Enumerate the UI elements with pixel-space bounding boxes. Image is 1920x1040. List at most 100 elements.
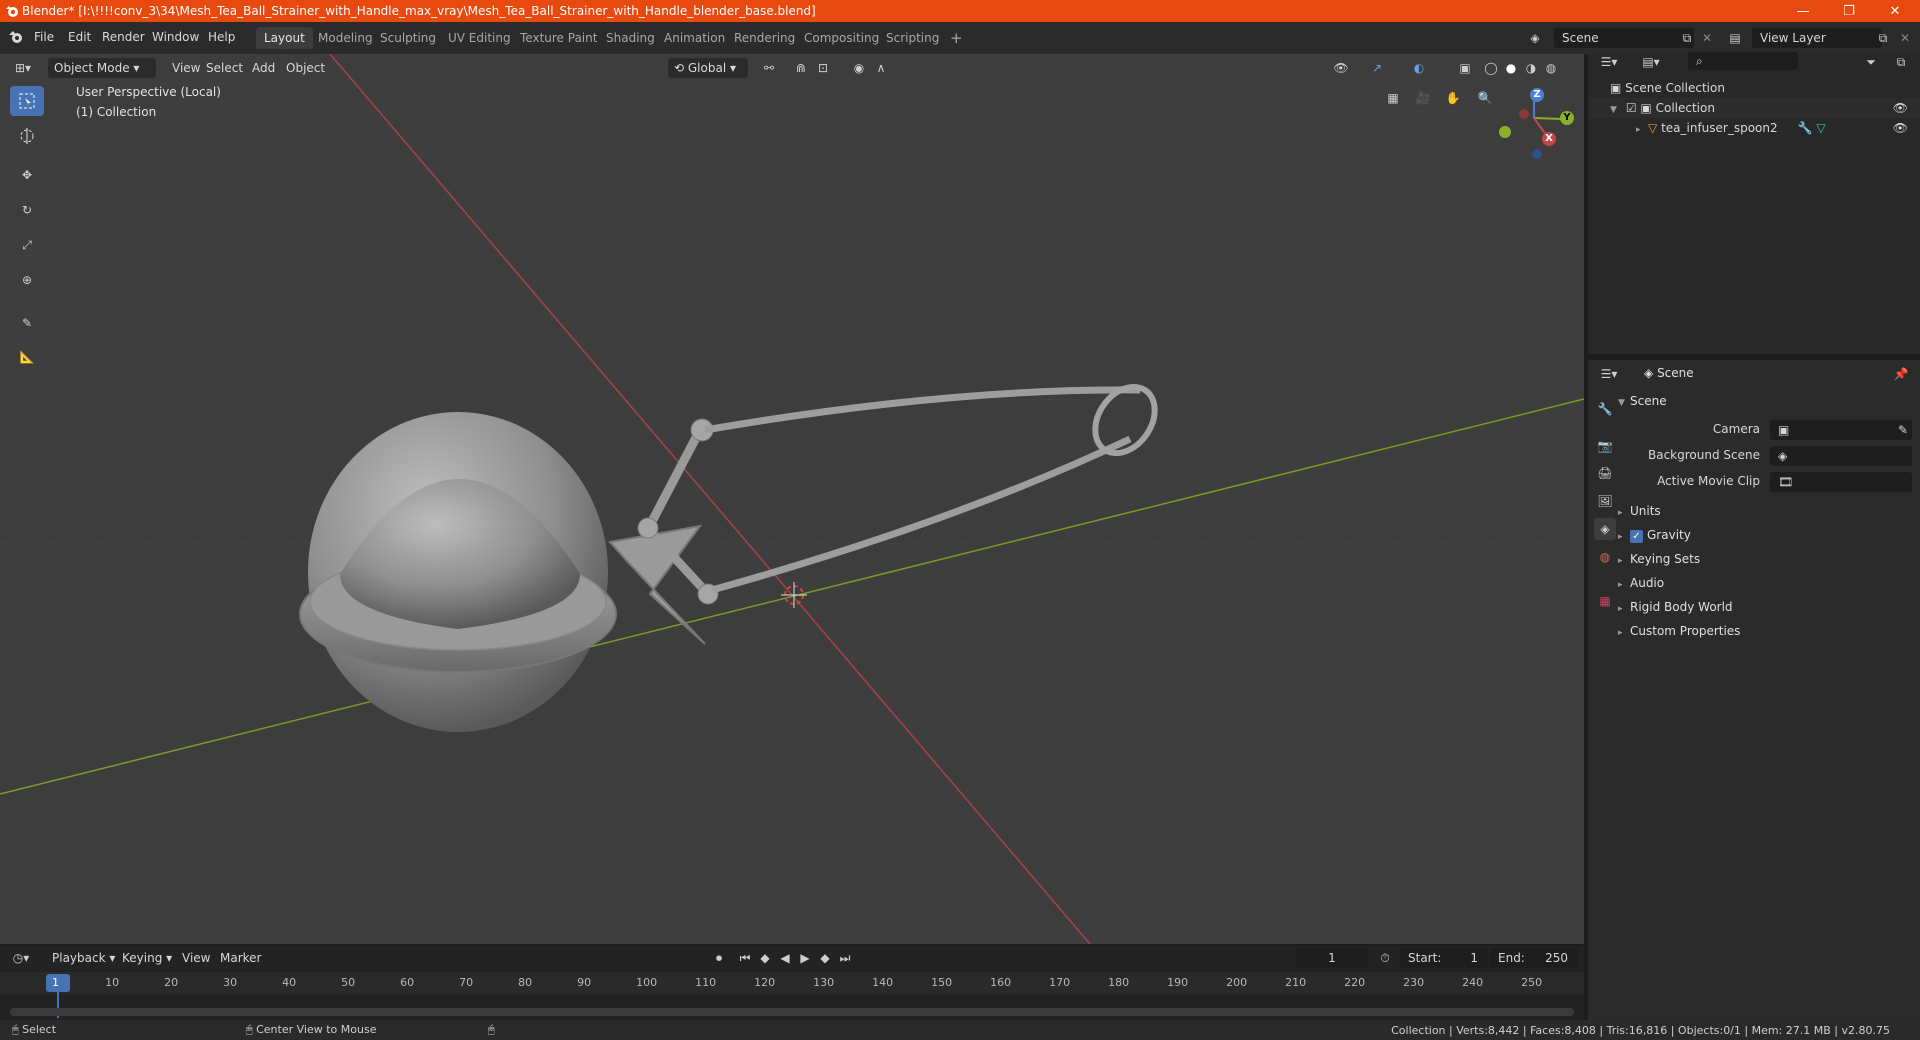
scale-tool[interactable]: ⤢ [10,230,44,260]
object-mode-dropdown[interactable]: Object Mode ▾ [48,58,156,78]
next-keyframe-icon[interactable]: ◆ [814,948,836,968]
xray-icon[interactable]: ▣ [1454,58,1476,78]
rigid-body-panel-header[interactable]: ▸ Rigid Body World [1618,596,1918,618]
blender-menu-icon[interactable] [8,29,24,45]
gizmo-z-label[interactable]: Z [1530,88,1544,102]
tab-modeling[interactable]: Modeling [310,27,381,49]
viewport-menu-add[interactable]: Add [246,58,281,78]
outliner-search-input[interactable]: ⌕ [1688,52,1798,70]
audio-panel-header[interactable]: ▸ Audio [1618,572,1918,594]
viewport-menu-object[interactable]: Object [280,58,331,78]
timeline-editor-icon[interactable]: ◷▾ [10,948,32,968]
snap-icon[interactable]: ⋒ [790,58,812,78]
transform-orientation-dropdown[interactable]: ⟲ Global ▾ [668,58,748,78]
collection-visibility-icon[interactable]: 👁 [1893,98,1908,118]
select-box-tool[interactable] [10,86,44,116]
view-layer-selector[interactable]: View Layer [1752,28,1882,48]
outliner-editor-icon[interactable]: ☰▾ [1598,52,1620,72]
pan-view-icon[interactable]: ✋ [1442,88,1464,108]
cursor-tool[interactable] [10,121,44,151]
tab-compositing[interactable]: Compositing [796,27,887,49]
camera-field[interactable]: ▣ ✎ [1770,420,1912,440]
transform-tool[interactable]: ⊕ [10,265,44,295]
object-visibility-icon[interactable]: 👁 [1893,118,1908,138]
outliner-object[interactable]: ▸ ▽ tea_infuser_spoon2 🔧 ▽ 👁 [1588,118,1920,138]
properties-editor-icon[interactable]: ☰▾ [1598,364,1620,384]
world-tab-icon[interactable]: ◍ [1594,546,1616,568]
preview-range-icon[interactable]: ⏱ [1374,948,1396,968]
zoom-view-icon[interactable]: 🔍 [1474,88,1496,108]
units-panel-header[interactable]: ▸ Units [1618,500,1918,522]
timeline-menu-marker[interactable]: Marker [214,948,267,968]
delete-scene-icon[interactable]: ✕ [1696,28,1718,48]
timeline-menu-view[interactable]: View [176,948,216,968]
gizmo-x-label[interactable]: X [1542,132,1556,146]
object-expand-icon[interactable]: ▸ [1636,120,1648,140]
falloff-icon[interactable]: ∧ [870,58,892,78]
outliner-collection[interactable]: ▼ ☑ ▣ Collection 👁 [1588,98,1920,118]
toggle-camera-grid-icon[interactable]: ▦ [1382,88,1404,108]
jump-start-icon[interactable]: ⏮ [734,948,756,968]
3d-viewport[interactable] [0,54,1584,944]
movie-clip-field[interactable]: 🎞 [1770,472,1912,492]
gizmo-toggle-icon[interactable]: ↗ [1366,58,1388,78]
camera-view-icon[interactable]: 🎥 [1412,88,1434,108]
minimize-button[interactable]: — [1780,0,1826,22]
timeline-menu-keying[interactable]: Keying ▾ [116,948,178,968]
end-frame-field[interactable]: End: 250 [1490,948,1578,968]
background-scene-field[interactable]: ◈ [1770,446,1912,466]
viewport-menu-select[interactable]: Select [200,58,249,78]
tab-layout[interactable]: Layout [256,27,313,49]
eyedropper-icon[interactable]: ✎ [1898,420,1908,440]
render-tab-icon[interactable]: 📷 [1594,435,1616,457]
move-tool[interactable]: ✥ [10,160,44,190]
material-shading-icon[interactable]: ◑ [1520,58,1542,78]
gravity-checkbox[interactable]: ✓ [1630,530,1643,543]
measure-tool[interactable]: 📐 [10,342,44,372]
outliner-scene-collection[interactable]: ▣ Scene Collection [1588,78,1920,98]
filter-icon[interactable]: ⏷ [1860,52,1882,72]
new-collection-icon[interactable]: ⧉ [1890,52,1912,72]
jump-end-icon[interactable]: ⏭ [834,948,856,968]
menu-render[interactable]: Render [102,30,145,44]
tab-uv-editing[interactable]: UV Editing [440,27,519,49]
scene-tab-icon[interactable]: ◈ [1594,518,1616,540]
rendered-shading-icon[interactable]: ◍ [1540,58,1562,78]
record-icon[interactable]: ⏺ [708,948,730,968]
tab-sculpting[interactable]: Sculpting [372,27,444,49]
keying-sets-panel-header[interactable]: ▸ Keying Sets [1618,548,1918,570]
play-reverse-icon[interactable]: ◀ [774,948,796,968]
texture-tab-icon[interactable]: ▦ [1594,590,1616,612]
timeline-scrollbar[interactable] [10,1008,1574,1016]
menu-file[interactable]: File [34,30,54,44]
pin-icon[interactable]: 📌 [1890,364,1912,384]
play-icon[interactable]: ▶ [794,948,816,968]
tool-tab-icon[interactable]: 🔧 [1594,398,1616,420]
view-layer-tab-icon[interactable]: 🖼 [1594,490,1616,512]
current-frame-field[interactable]: 1 [1296,948,1368,968]
annotate-tool[interactable]: ✎ [10,308,44,338]
expand-icon[interactable]: ▼ [1610,100,1622,120]
view-layer-icon[interactable]: ▤ [1724,28,1746,48]
editor-type-icon[interactable]: ⊞▾ [12,58,34,78]
solid-shading-icon[interactable]: ● [1500,58,1522,78]
tab-rendering[interactable]: Rendering [726,27,803,49]
scene-browser-icon[interactable]: ◈ [1524,28,1546,48]
overlay-toggle-icon[interactable]: ◐ [1408,58,1430,78]
checkbox-icon[interactable]: ☑ [1626,101,1637,115]
gizmo-y-label[interactable]: Y [1560,111,1574,125]
new-scene-icon[interactable]: ⧉ [1676,28,1698,48]
tab-animation[interactable]: Animation [656,27,733,49]
proportional-edit-icon[interactable]: ◉ [848,58,870,78]
timeline-menu-playback[interactable]: Playback ▾ [46,948,121,968]
visibility-icon[interactable]: 👁 [1330,58,1352,78]
display-mode-icon[interactable]: ▤▾ [1640,52,1662,72]
tab-shading[interactable]: Shading [598,27,663,49]
add-workspace-button[interactable]: + [942,27,971,49]
delete-view-layer-icon[interactable]: ✕ [1894,28,1916,48]
tab-texture-paint[interactable]: Texture Paint [512,27,605,49]
new-view-layer-icon[interactable]: ⧉ [1872,28,1894,48]
prev-keyframe-icon[interactable]: ◆ [754,948,776,968]
tab-scripting[interactable]: Scripting [878,27,947,49]
menu-help[interactable]: Help [208,30,235,44]
